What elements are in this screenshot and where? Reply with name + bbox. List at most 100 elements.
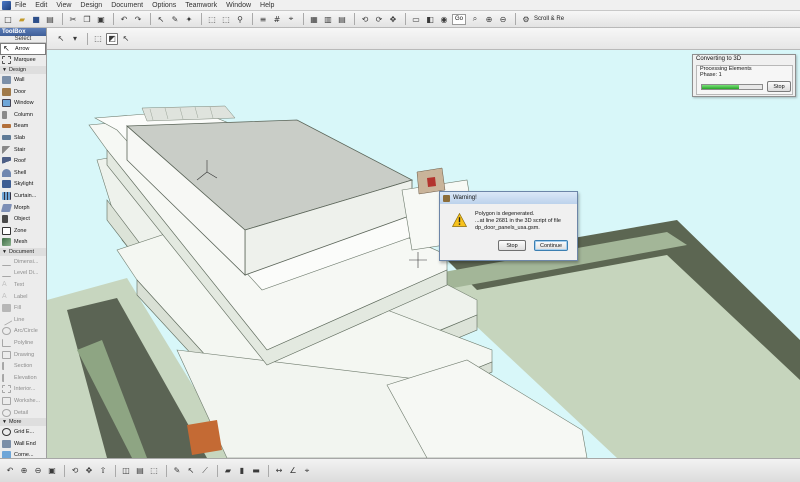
tool-label[interactable]: A Label bbox=[0, 291, 46, 303]
tool-slab[interactable]: Slab bbox=[0, 132, 46, 144]
tool-elevation[interactable]: Elevation bbox=[0, 372, 46, 384]
walk-icon[interactable]: ⇧ bbox=[97, 465, 109, 477]
camera-icon[interactable]: ◫ bbox=[120, 465, 132, 477]
tool-polyline[interactable]: Polyline bbox=[0, 337, 46, 349]
tool-drawing[interactable]: Drawing bbox=[0, 349, 46, 361]
tool-arc-circle[interactable]: Arc/Circle bbox=[0, 326, 46, 338]
tool-window[interactable]: Window bbox=[0, 97, 46, 109]
tool-roof[interactable]: Roof bbox=[0, 155, 46, 167]
tool-interior-elevation[interactable]: Interior... bbox=[0, 384, 46, 396]
undo-zoom-icon[interactable]: ↶ bbox=[4, 465, 16, 477]
snap-point-icon[interactable]: ⌖ bbox=[301, 465, 313, 477]
column-icon[interactable]: ▮ bbox=[236, 465, 248, 477]
magic-wand-icon[interactable]: ✦ bbox=[183, 13, 195, 25]
menu-design[interactable]: Design bbox=[80, 2, 102, 9]
tool-door[interactable]: Door bbox=[0, 86, 46, 98]
tool-grid-element[interactable]: Grid E... bbox=[0, 426, 46, 438]
layers-icon[interactable]: ≡ bbox=[257, 13, 269, 25]
orbit-icon[interactable]: ⟲ bbox=[69, 465, 81, 477]
tool-morph[interactable]: Morph bbox=[0, 202, 46, 214]
pencil-icon[interactable]: ✎ bbox=[171, 465, 183, 477]
marquee-icon[interactable]: ◩ bbox=[106, 32, 118, 45]
marquee-mode-icon[interactable]: ⬚ bbox=[220, 13, 232, 25]
arrow-tool-icon[interactable]: ↖ bbox=[155, 13, 167, 25]
tool-wall-end[interactable]: Wall End bbox=[0, 438, 46, 450]
zoom-icon[interactable]: ⌕ bbox=[469, 13, 481, 25]
scale-icon[interactable]: ⬚ bbox=[148, 465, 160, 477]
tool-curtain-wall[interactable]: Curtain... bbox=[0, 190, 46, 202]
tool-section[interactable]: Section bbox=[0, 360, 46, 372]
explore-icon[interactable]: ⟳ bbox=[373, 13, 385, 25]
suspend-groups-icon[interactable]: ⚲ bbox=[234, 13, 246, 25]
menu-teamwork[interactable]: Teamwork bbox=[185, 2, 217, 9]
zoom-out-icon[interactable]: ⊖ bbox=[497, 13, 509, 25]
tool-arrow[interactable]: ↖ Arrow bbox=[0, 43, 46, 55]
scroll-icon[interactable]: ⚙ bbox=[520, 13, 532, 25]
pencil-icon[interactable]: ✎ bbox=[169, 13, 181, 25]
print-icon[interactable]: ▤ bbox=[44, 13, 56, 25]
progress-stop-button[interactable]: Stop bbox=[767, 81, 791, 92]
zoom-in-icon[interactable]: ⊕ bbox=[18, 465, 30, 477]
orbit-icon[interactable]: ⟲ bbox=[359, 13, 371, 25]
menu-options[interactable]: Options bbox=[152, 2, 176, 9]
tool-line[interactable]: Line bbox=[0, 314, 46, 326]
document-section-header[interactable]: ▼ Document bbox=[0, 248, 46, 257]
scroll-button[interactable]: Scroll & Re bbox=[534, 16, 564, 22]
3d-viewport[interactable] bbox=[47, 50, 800, 458]
tool-shell[interactable]: Shell bbox=[0, 167, 46, 179]
layer-combo-icon[interactable]: ▤ bbox=[134, 465, 146, 477]
navigate-icon[interactable]: ✥ bbox=[387, 13, 399, 25]
redo-icon[interactable]: ↷ bbox=[132, 13, 144, 25]
grid-icon[interactable]: # bbox=[271, 13, 283, 25]
tool-object[interactable]: Object bbox=[0, 213, 46, 225]
measure-icon[interactable]: ↔ bbox=[273, 465, 285, 477]
wall-icon[interactable]: ▰ bbox=[222, 465, 234, 477]
copy-icon[interactable]: ❐ bbox=[81, 13, 93, 25]
tool-dimension[interactable]: Dimensi... bbox=[0, 256, 46, 268]
snap-icon[interactable]: ⌖ bbox=[285, 13, 297, 25]
new-icon[interactable]: □ bbox=[2, 13, 14, 25]
dialog-continue-button[interactable]: Continue bbox=[534, 240, 568, 251]
tool-text[interactable]: A Text bbox=[0, 279, 46, 291]
cut-icon[interactable]: ✂ bbox=[67, 13, 79, 25]
design-section-header[interactable]: ▼ Design bbox=[0, 66, 46, 75]
zoom-out-icon[interactable]: ⊖ bbox=[32, 465, 44, 477]
angle-icon[interactable]: ∠ bbox=[287, 465, 299, 477]
zoom-combo[interactable]: Go bbox=[452, 13, 467, 25]
tool-beam[interactable]: Beam bbox=[0, 121, 46, 133]
tool-stair[interactable]: Stair bbox=[0, 144, 46, 156]
render-icon[interactable]: ◉ bbox=[438, 13, 450, 25]
menu-view[interactable]: View bbox=[56, 2, 71, 9]
menu-document[interactable]: Document bbox=[111, 2, 143, 9]
elevation-view-icon[interactable]: ▤ bbox=[336, 13, 348, 25]
slab-icon[interactable]: ▬ bbox=[250, 465, 262, 477]
tool-zone[interactable]: Zone bbox=[0, 225, 46, 237]
fit-window-icon[interactable]: ▣ bbox=[46, 465, 58, 477]
menu-file[interactable]: File bbox=[15, 2, 26, 9]
dialog-stop-button[interactable]: Stop bbox=[498, 240, 526, 251]
save-icon[interactable]: ■ bbox=[30, 13, 42, 25]
more-section-header[interactable]: ▼ More bbox=[0, 418, 46, 427]
paste-icon[interactable]: ▣ bbox=[95, 13, 107, 25]
select-mode-icon[interactable]: ⬚ bbox=[206, 13, 218, 25]
3d-view-icon[interactable]: ◧ bbox=[424, 13, 436, 25]
guide-line-icon[interactable]: ⟋ bbox=[199, 465, 211, 477]
tool-detail[interactable]: Detail bbox=[0, 407, 46, 419]
undo-icon[interactable]: ↶ bbox=[118, 13, 130, 25]
open-icon[interactable]: ▰ bbox=[16, 13, 28, 25]
tool-level-dimension[interactable]: Level Di... bbox=[0, 268, 46, 280]
section-view-icon[interactable]: ▥ bbox=[322, 13, 334, 25]
tool-column[interactable]: Column bbox=[0, 109, 46, 121]
gravity-icon[interactable]: ▾ bbox=[69, 33, 81, 45]
menu-edit[interactable]: Edit bbox=[35, 2, 47, 9]
tool-worksheet[interactable]: Workshe... bbox=[0, 395, 46, 407]
menu-help[interactable]: Help bbox=[260, 2, 274, 9]
pointer-icon[interactable]: ↖ bbox=[55, 33, 67, 45]
cursor-snap-icon[interactable]: ↖ bbox=[185, 465, 197, 477]
window-icon[interactable]: ▭ bbox=[410, 13, 422, 25]
zoom-in-icon[interactable]: ⊕ bbox=[483, 13, 495, 25]
tool-skylight[interactable]: Skylight bbox=[0, 179, 46, 191]
tool-fill[interactable]: Fill bbox=[0, 302, 46, 314]
plan-view-icon[interactable]: ▦ bbox=[308, 13, 320, 25]
selection-method-icon[interactable]: ⬚ bbox=[92, 33, 104, 45]
